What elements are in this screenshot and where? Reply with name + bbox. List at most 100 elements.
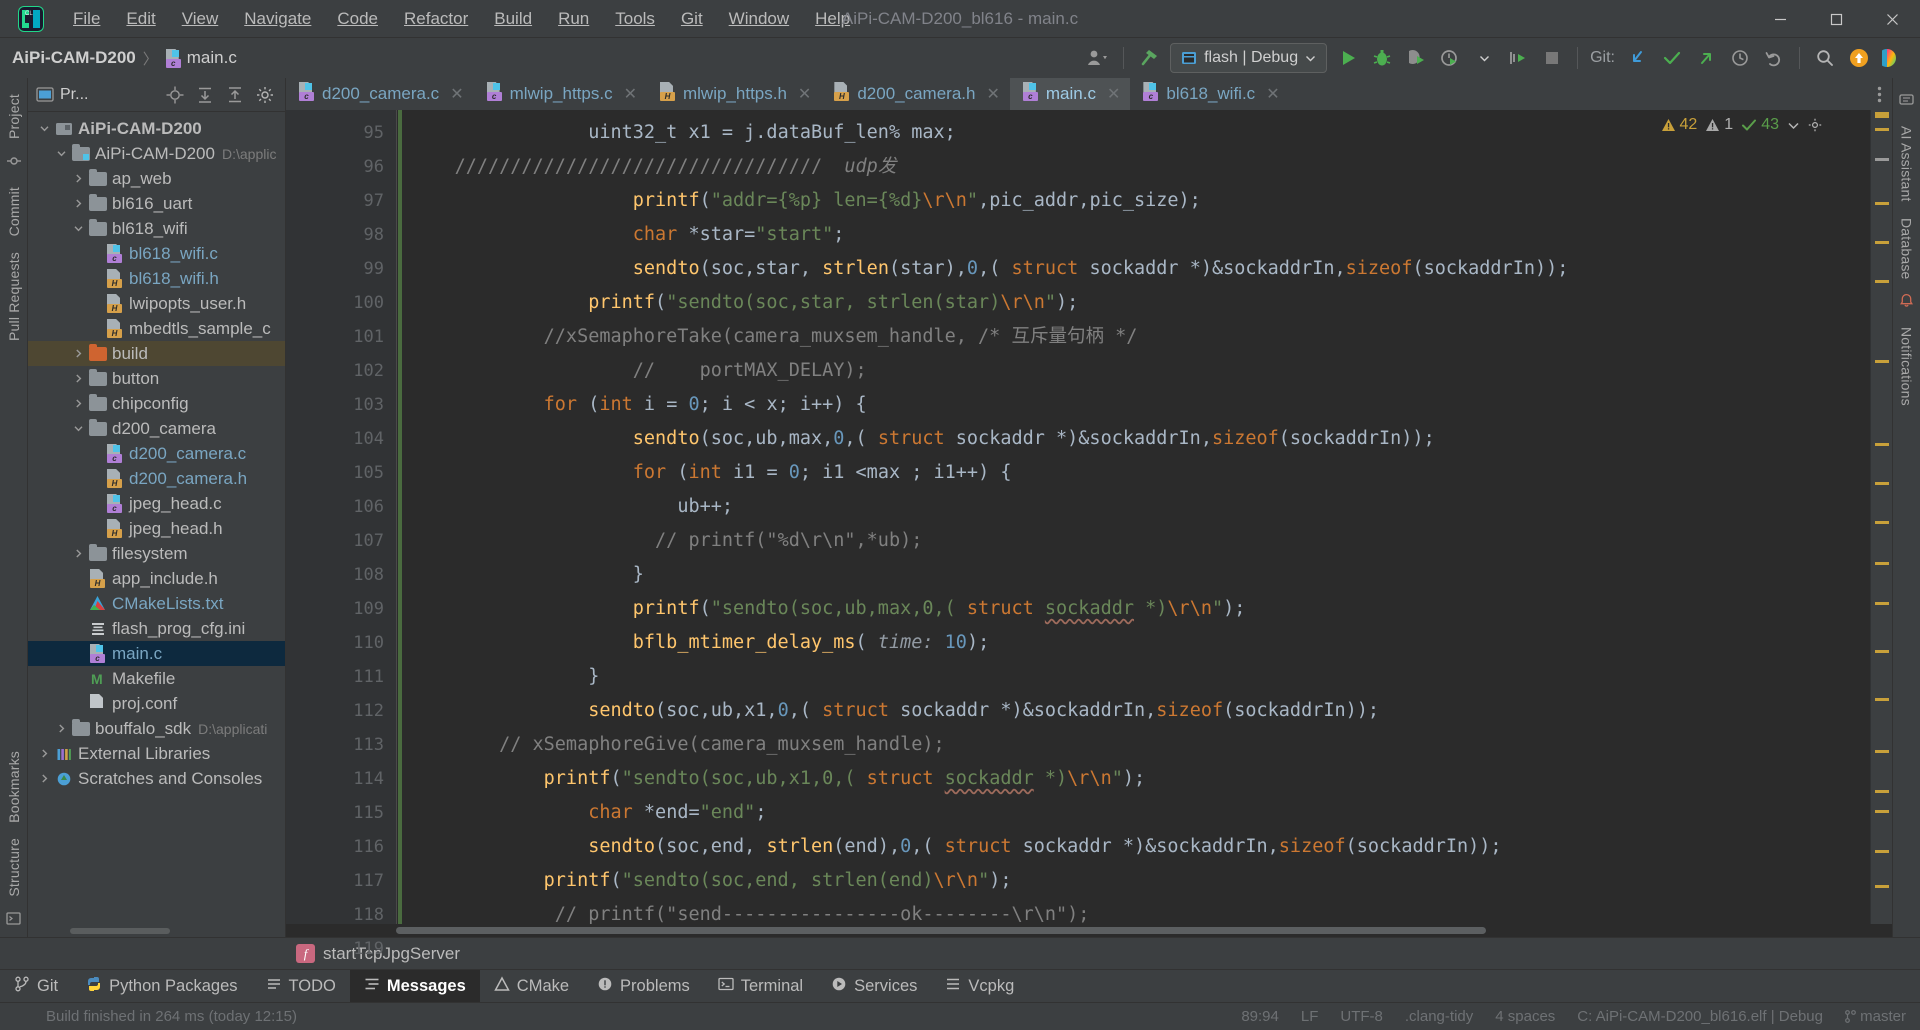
chevron-down-icon[interactable] [36, 123, 53, 134]
breadcrumb-project[interactable]: AiPi-CAM-D200 [12, 48, 136, 68]
notifications-bell-icon[interactable] [1899, 293, 1914, 313]
status-caret-position[interactable]: 89:94 [1241, 1008, 1279, 1025]
line-number[interactable]: 104 [286, 422, 396, 456]
inspection-chevron-icon[interactable] [1787, 119, 1800, 132]
tool-window-bar[interactable]: Git Python Packages TODO Messages CMake Probl… [0, 969, 1920, 1002]
stop-button[interactable] [1535, 41, 1569, 75]
chevron-right-icon[interactable] [70, 373, 87, 384]
line-number[interactable]: 117 [286, 864, 396, 898]
editor-tab[interactable]: Hmlwip_https.h ✕ [647, 78, 821, 110]
expand-all-icon[interactable] [193, 83, 217, 107]
search-icon[interactable] [1808, 41, 1842, 75]
debug-button[interactable] [1365, 41, 1399, 75]
error-stripe-mark[interactable] [1875, 128, 1889, 131]
tree-item[interactable]: button [28, 366, 285, 391]
user-account-icon[interactable] [1081, 41, 1115, 75]
ai-assistant-rail-icon[interactable] [1899, 92, 1914, 112]
collapse-all-icon[interactable] [223, 83, 247, 107]
tool-window-tab[interactable]: Terminal [704, 970, 817, 1002]
editor-tab[interactable]: Hd200_camera.h ✕ [821, 78, 1010, 110]
sidebar-item-project[interactable]: Project [2, 86, 26, 147]
error-stripe[interactable] [1870, 110, 1892, 924]
tool-window-tab[interactable]: CMake [480, 970, 583, 1002]
code-line[interactable]: char *star="start"; [396, 218, 1870, 252]
line-number[interactable]: 113 [286, 728, 396, 762]
error-stripe-mark[interactable] [1875, 241, 1889, 244]
code-line[interactable]: ///////////////////////////////// udp发 [396, 150, 1870, 184]
tree-item[interactable]: Happ_include.h [28, 566, 285, 591]
code-line[interactable]: ub++; [396, 490, 1870, 524]
tree-item[interactable]: c d200_camera.c [28, 441, 285, 466]
line-number[interactable]: 103 [286, 388, 412, 422]
project-tree[interactable]: AiPi-CAM-D200 AiPi-CAM-D200 D:\applic ap_we… [28, 112, 285, 925]
error-stripe-mark[interactable] [1875, 602, 1889, 605]
chevron-down-icon[interactable] [53, 148, 70, 159]
code-line[interactable]: for (int i1 = 0; i1 <max ; i1++) { [396, 456, 1870, 490]
menu-git[interactable]: Git [668, 5, 716, 33]
profiler-dropdown-icon[interactable] [1467, 41, 1501, 75]
project-panel-title[interactable]: Pr... [36, 86, 88, 104]
code-line[interactable]: // printf("%d\r\n",*ub); [396, 524, 1870, 558]
tree-item[interactable]: ap_web [28, 166, 285, 191]
line-number[interactable]: 107 [286, 524, 396, 558]
line-number[interactable]: 114 [286, 762, 396, 796]
tree-item[interactable]: Hmbedtls_sample_c [28, 316, 285, 341]
error-stripe-mark[interactable] [1875, 698, 1889, 701]
git-history-icon[interactable] [1723, 41, 1757, 75]
tree-item[interactable]: AiPi-CAM-D200 D:\applic [28, 141, 285, 166]
editor-tab-bar[interactable]: c d200_camera.c ✕ c mlwip_https.c ✕ Hmlwip_htt… [286, 78, 1892, 110]
sidebar-item-ai-assistant[interactable]: AI Assistant [1895, 118, 1919, 210]
menu-window[interactable]: Window [716, 5, 802, 33]
error-stripe-mark[interactable] [1875, 360, 1889, 363]
close-tab-icon[interactable]: ✕ [1266, 84, 1279, 104]
line-number[interactable]: 108 [286, 558, 411, 592]
line-number[interactable]: 102 [286, 354, 396, 388]
error-stripe-mark[interactable] [1875, 521, 1889, 524]
chevron-down-icon[interactable] [70, 423, 87, 434]
chevron-right-icon[interactable] [70, 348, 87, 359]
maximize-button[interactable] [1808, 0, 1864, 38]
tool-window-tab[interactable]: Git [0, 970, 72, 1002]
attach-to-process-button[interactable] [1501, 41, 1535, 75]
error-stripe-mark[interactable] [1875, 790, 1889, 793]
close-tab-icon[interactable]: ✕ [986, 84, 999, 104]
updates-available-icon[interactable] [1842, 41, 1876, 75]
tree-item[interactable]: Scratches and Consoles [28, 766, 285, 791]
error-stripe-mark[interactable] [1875, 482, 1889, 485]
error-stripe-mark[interactable] [1875, 280, 1889, 283]
close-tab-icon[interactable]: ✕ [1107, 84, 1120, 104]
code-line[interactable]: printf("sendto(soc,end, strlen(end)\r\n"… [396, 864, 1870, 898]
code-line[interactable]: printf("sendto(soc,star, strlen(star)\r\… [396, 286, 1870, 320]
line-number[interactable]: 98 [286, 218, 396, 252]
line-number[interactable]: 111 [286, 660, 411, 694]
chevron-right-icon[interactable] [70, 548, 87, 559]
error-stripe-mark[interactable] [1875, 158, 1889, 161]
sidebar-item-commit[interactable]: Commit [2, 179, 26, 244]
minimize-button[interactable] [1752, 0, 1808, 38]
line-number[interactable]: 116 [286, 830, 396, 864]
run-button[interactable] [1331, 41, 1365, 75]
line-number[interactable]: 101 [286, 320, 396, 354]
code-line[interactable]: printf("sendto(soc,ub,x1,0,( struct sock… [396, 762, 1870, 796]
menu-navigate[interactable]: Navigate [231, 5, 324, 33]
undo-icon[interactable] [1757, 41, 1791, 75]
error-stripe-mark[interactable] [1875, 810, 1889, 813]
terminal-rail-icon[interactable] [6, 911, 21, 931]
editor-tab[interactable]: c mlwip_https.c ✕ [474, 78, 647, 110]
tool-window-tab[interactable]: Services [817, 970, 931, 1002]
line-number[interactable]: 100 [286, 286, 396, 320]
close-tab-icon[interactable]: ✕ [798, 84, 811, 104]
error-stripe-mark[interactable] [1875, 750, 1889, 753]
line-number[interactable]: 109 [286, 592, 396, 626]
tree-item[interactable]: AiPi-CAM-D200 [28, 116, 285, 141]
code-line[interactable]: } [396, 660, 1870, 694]
tree-item[interactable]: build [28, 341, 285, 366]
tree-item[interactable]: bl618_wifi [28, 216, 285, 241]
code-line[interactable]: uint32_t x1 = j.dataBuf_len% max; [396, 116, 1870, 150]
status-clang-tidy[interactable]: .clang-tidy [1405, 1008, 1473, 1025]
run-configuration-selector[interactable]: flash | Debug [1170, 43, 1328, 73]
chevron-right-icon[interactable] [70, 398, 87, 409]
status-encoding[interactable]: UTF-8 [1340, 1008, 1383, 1025]
tree-item[interactable]: filesystem [28, 541, 285, 566]
tree-item[interactable]: bl616_uart [28, 191, 285, 216]
